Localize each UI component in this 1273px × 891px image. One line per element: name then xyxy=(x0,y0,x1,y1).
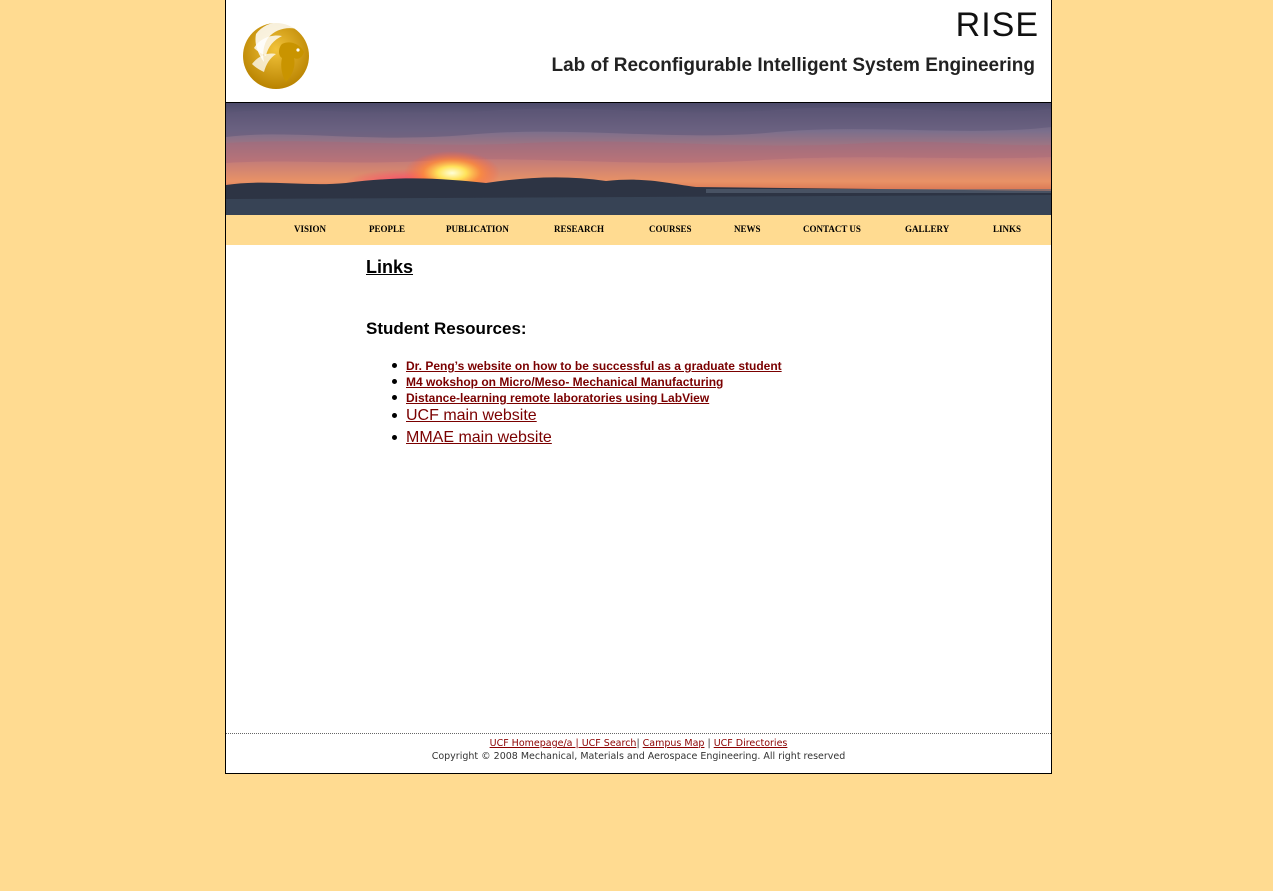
nav-research[interactable]: RESEARCH xyxy=(554,224,604,234)
nav-gallery[interactable]: GALLERY xyxy=(905,224,949,234)
nav-people[interactable]: PEOPLE xyxy=(369,224,405,234)
link-dr-peng-website[interactable]: Dr. Peng’s website on how to be successf… xyxy=(406,359,782,373)
lab-name: Lab of Reconfigurable Intelligent System… xyxy=(551,55,1035,76)
nav-links[interactable]: LINKS xyxy=(993,224,1021,234)
site-acronym: RISE xyxy=(955,6,1039,44)
ucf-pegasus-logo-icon xyxy=(243,22,309,89)
footer: UCF Homepage/a | UCF Search| Campus Map … xyxy=(226,738,1051,762)
link-mmae-main[interactable]: MMAE main website xyxy=(406,429,552,446)
copyright-text: Copyright © 2008 Mechanical, Materials a… xyxy=(431,751,846,762)
list-item: UCF main website xyxy=(366,405,1006,427)
section-title: Student Resources: xyxy=(366,319,527,338)
link-m4-workshop[interactable]: M4 wokshop on Micro/Meso- Mechanical Man… xyxy=(406,375,723,389)
footer-separator: | xyxy=(704,738,714,749)
footer-campus-map-link[interactable]: Campus Map xyxy=(643,738,705,749)
nav-courses[interactable]: COURSES xyxy=(649,224,692,234)
header: RISE Lab of Reconfigurable Intelligent S… xyxy=(226,0,1051,103)
nav-contact-us[interactable]: CONTACT US xyxy=(803,224,861,234)
list-item: Dr. Peng’s website on how to be successf… xyxy=(366,357,1006,373)
footer-divider xyxy=(226,733,1051,734)
resource-list: Dr. Peng’s website on how to be successf… xyxy=(366,357,1006,449)
main-nav: VISION PEOPLE PUBLICATION RESEARCH COURS… xyxy=(226,215,1051,245)
list-item: Distance-learning remote laboratories us… xyxy=(366,389,1006,405)
link-ucf-main[interactable]: UCF main website xyxy=(406,407,537,424)
footer-separator: | xyxy=(636,738,640,749)
footer-ucf-homepage-link[interactable]: UCF Homepage/a | UCF Search xyxy=(490,738,637,749)
list-item: M4 wokshop on Micro/Meso- Mechanical Man… xyxy=(366,373,1006,389)
list-item: MMAE main website xyxy=(366,427,1006,449)
sunset-banner-image xyxy=(226,103,1051,215)
link-distance-learning[interactable]: Distance-learning remote laboratories us… xyxy=(406,391,709,405)
page-container: RISE Lab of Reconfigurable Intelligent S… xyxy=(225,0,1052,774)
page-title: Links xyxy=(366,257,414,277)
nav-vision[interactable]: VISION xyxy=(294,224,326,234)
nav-publication[interactable]: PUBLICATION xyxy=(446,224,509,234)
nav-news[interactable]: NEWS xyxy=(734,224,761,234)
footer-ucf-directories-link[interactable]: UCF Directories xyxy=(714,738,788,749)
